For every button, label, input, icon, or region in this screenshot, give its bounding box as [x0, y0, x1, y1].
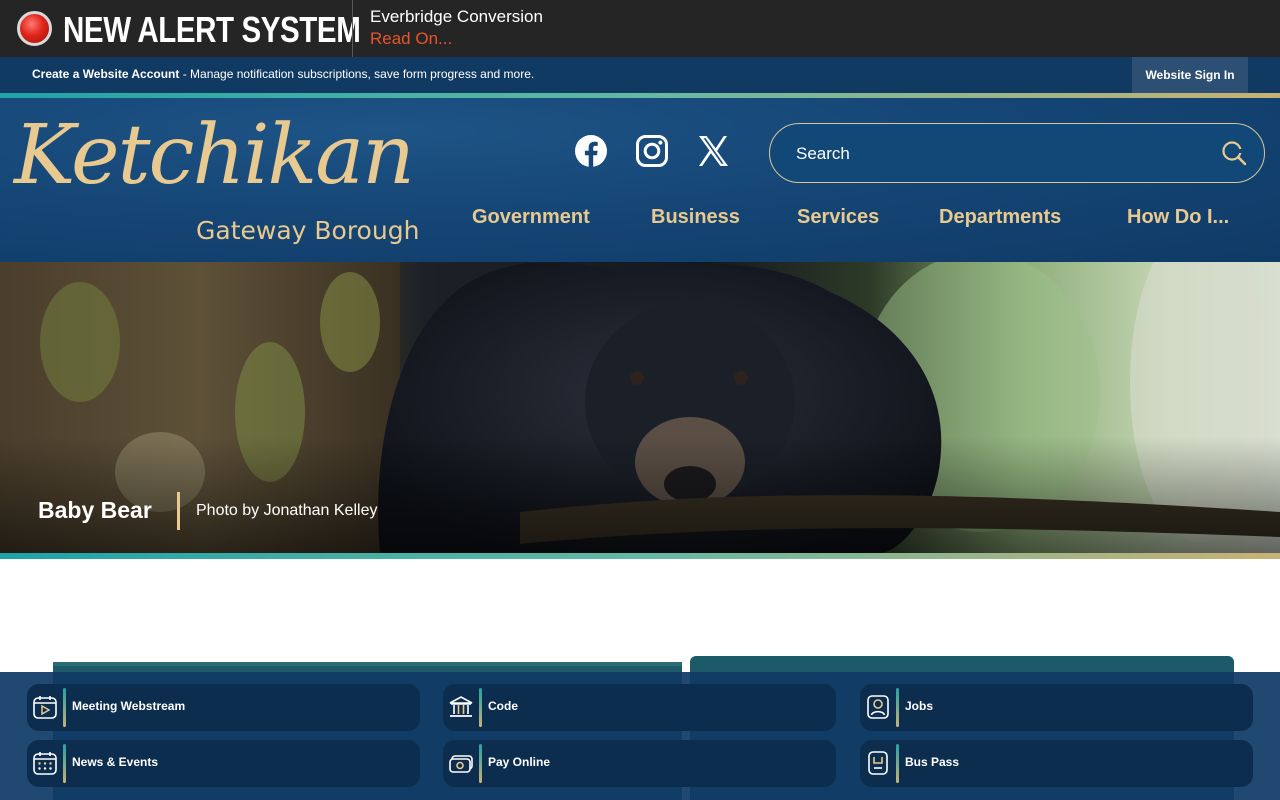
create-account-link[interactable]: Create a Website Account: [32, 67, 179, 81]
search-icon[interactable]: [1221, 140, 1247, 166]
pass-card-icon: [868, 751, 888, 775]
alert-message: Everbridge Conversion: [370, 7, 543, 26]
quick-link-news-events[interactable]: News & Events: [27, 740, 420, 787]
quick-link-code[interactable]: Code: [443, 684, 836, 731]
quick-link-label: News & Events: [72, 755, 159, 769]
account-description: - Manage notification subscriptions, sav…: [179, 67, 535, 81]
hero-banner: Baby Bear Photo by Jonathan Kelley: [0, 262, 1280, 553]
person-badge-icon: [867, 695, 889, 719]
quick-link-meeting-webstream[interactable]: Meeting Webstream: [27, 684, 420, 731]
hero-caption-credit: Photo by Jonathan Kelley: [196, 502, 378, 519]
search-input[interactable]: [796, 142, 1216, 166]
account-text: Create a Website Account - Manage notifi…: [32, 67, 534, 81]
nav-government[interactable]: Government: [472, 206, 590, 229]
building-columns-icon: [449, 696, 473, 717]
account-bar: Create a Website Account - Manage notifi…: [0, 57, 1280, 93]
hero-caption-divider: [177, 492, 180, 530]
nav-departments[interactable]: Departments: [939, 206, 1061, 229]
alert-bar: NEW ALERT SYSTEM Everbridge Conversion R…: [0, 0, 1280, 57]
website-signin-button[interactable]: Website Sign In: [1132, 57, 1248, 93]
nav-how-do-i[interactable]: How Do I...: [1127, 206, 1229, 229]
quick-link-label: Pay Online: [488, 755, 551, 769]
video-calendar-icon: [33, 696, 57, 719]
quick-link-label: Code: [488, 699, 518, 713]
hero-caption-title: Baby Bear: [38, 497, 152, 523]
quick-link-label: Meeting Webstream: [72, 699, 186, 713]
quick-link-separator: [479, 744, 482, 783]
calendar-icon: [33, 752, 57, 775]
instagram-icon[interactable]: [635, 134, 669, 168]
quick-link-separator: [63, 744, 66, 783]
quick-link-separator: [896, 744, 899, 783]
alert-read-on-link[interactable]: Read On...: [370, 29, 452, 49]
facebook-icon[interactable]: [574, 134, 608, 168]
quick-link-separator: [63, 688, 66, 727]
quick-links-bar: Meeting Webstream Code Jobs News & Event…: [0, 672, 1280, 800]
search-box: [769, 123, 1265, 183]
quick-link-label: Jobs: [905, 699, 934, 713]
quick-link-separator: [479, 688, 482, 727]
logo-script: Ketchikan: [14, 108, 415, 203]
hero-accent-stripe: [0, 553, 1280, 559]
logo-subtitle: Gateway Borough: [196, 216, 420, 245]
quick-link-bus-pass[interactable]: Bus Pass: [860, 740, 1253, 787]
site-logo[interactable]: Ketchikan Gateway Borough: [14, 108, 434, 253]
nav-business[interactable]: Business: [651, 206, 740, 229]
hero-photo: [0, 262, 1280, 553]
cash-icon: [449, 755, 473, 773]
quick-link-pay-online[interactable]: Pay Online: [443, 740, 836, 787]
quick-link-label: Bus Pass: [905, 755, 960, 769]
alert-title: NEW ALERT SYSTEM: [63, 9, 361, 50]
x-icon[interactable]: [696, 134, 730, 168]
quick-link-separator: [896, 688, 899, 727]
nav-services[interactable]: Services: [797, 206, 879, 229]
alert-divider: [352, 0, 353, 57]
quick-link-jobs[interactable]: Jobs: [860, 684, 1253, 731]
alert-icon: [17, 11, 52, 46]
